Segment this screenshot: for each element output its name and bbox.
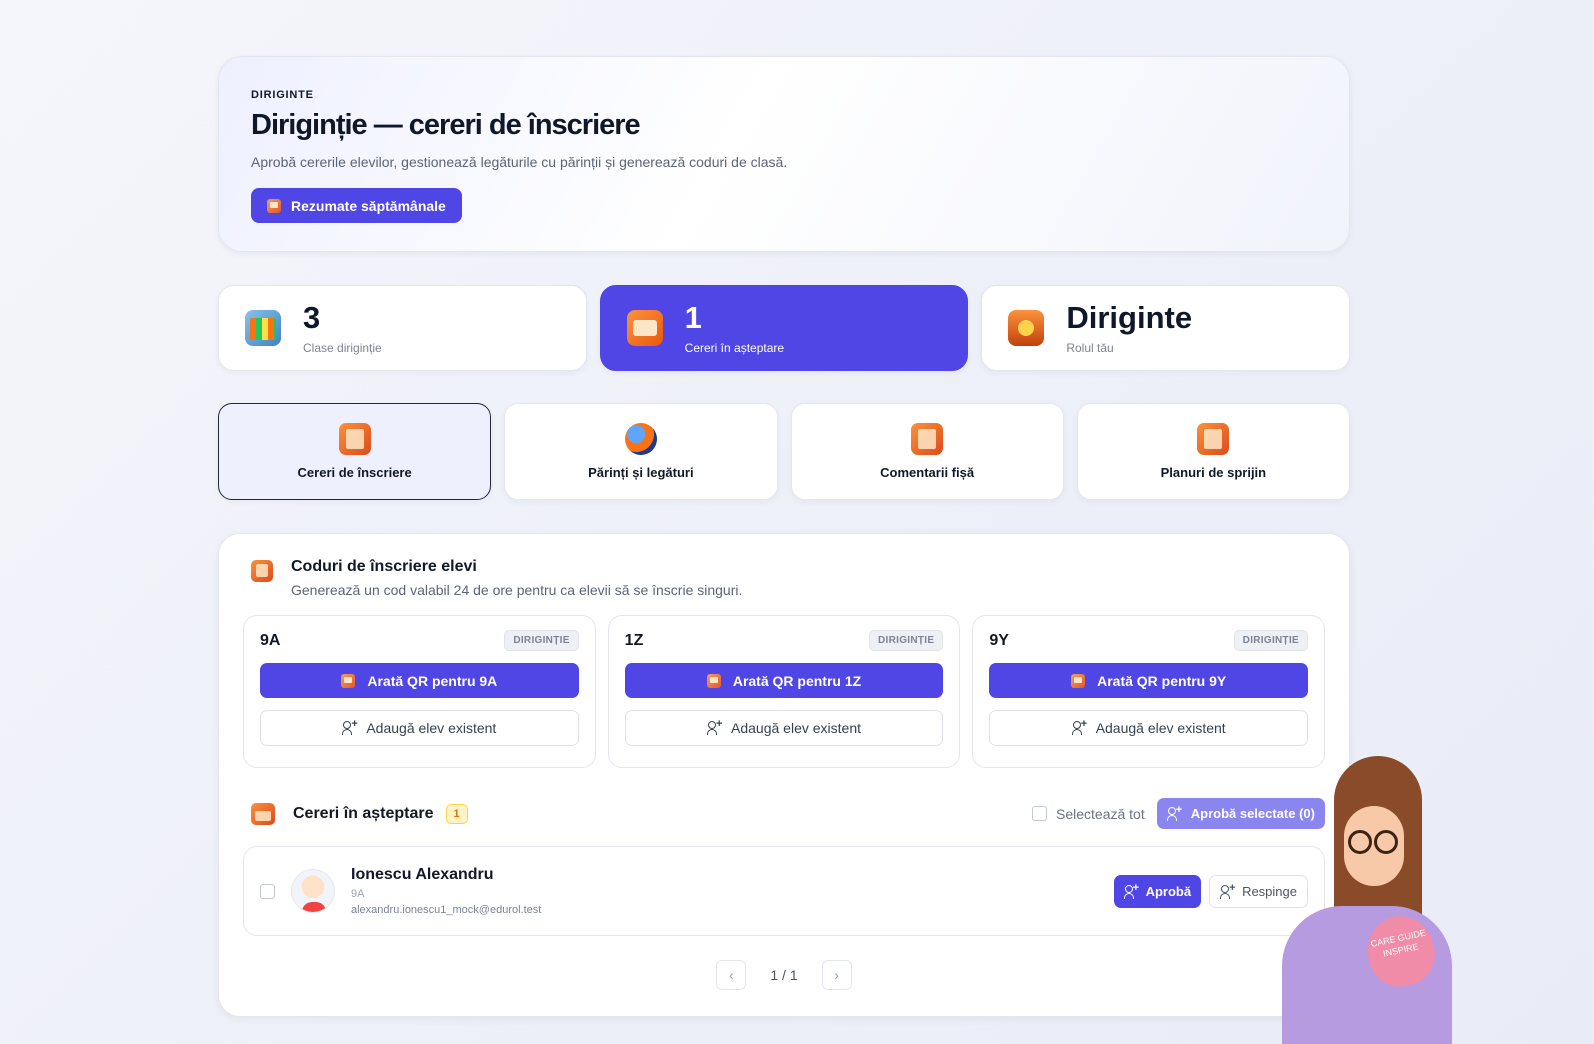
calendar-box-icon [267,198,281,213]
student-class: 9A [351,888,365,900]
stat-card-role: Diriginte Rolul tău [981,285,1351,371]
glasses-icon [1374,830,1398,854]
qr-icon [1071,673,1086,688]
support-plan-icon [1197,423,1230,455]
stat-value: 1 [684,299,702,335]
pending-count-badge: 1 [445,803,468,824]
teacher-mascot-illustration: CARE GUIDE INSPIRE [1282,756,1452,1044]
stat-value: Diriginte [1066,299,1193,335]
stat-card-classes: 3 Clase diriginție [218,285,587,371]
pagination: ‹ 1 / 1 › [243,960,1325,990]
tab-sheet-comments[interactable]: Comentarii fișă [790,403,1064,500]
stat-label: Rolul tău [1066,340,1114,355]
class-card-9a: 9A DIRIGINȚIE Arată QR pentru 9A Adaugă … [243,615,596,768]
tab-label: Cereri de înscriere [297,465,412,480]
add-existing-student-button[interactable]: Adaugă elev existent [624,710,944,746]
class-role-badge: DIRIGINȚIE [504,630,579,651]
request-row: Ionescu Alexandru 9A alexandru.ionescu1_… [243,846,1325,936]
show-qr-label: Arată QR pentru 9A [367,672,498,689]
classroom-icon [245,310,281,346]
class-card-9y: 9Y DIRIGINȚIE Arată QR pentru 9Y Adaugă … [972,615,1326,768]
show-qr-button[interactable]: Arată QR pentru 9A [260,663,579,698]
page-container: DIRIGINTE Diriginție — cereri de înscrie… [218,56,1351,1017]
stat-label: Clase diriginție [303,340,382,355]
codes-subtitle: Generează un cod valabil 24 de ore pentr… [291,582,743,598]
tab-label: Comentarii fișă [880,465,975,480]
show-qr-button[interactable]: Arată QR pentru 1Z [624,663,944,698]
class-name: 1Z [624,631,644,649]
stat-card-pending: 1 Cereri în așteptare [599,285,969,371]
user-plus-icon [1071,718,1088,735]
inbox-box-icon [251,802,275,825]
enrollment-code-icon [251,560,273,582]
add-existing-student-button[interactable]: Adaugă elev existent [989,710,1309,746]
page-header: DIRIGINTE Diriginție — cereri de înscrie… [218,56,1350,252]
next-page-button[interactable]: › [821,960,852,990]
request-checkbox[interactable] [260,883,275,899]
page-indicator: 1 / 1 [770,967,798,983]
tab-parents-links[interactable]: Părinți și legături [504,403,778,500]
student-name: Ionescu Alexandru [351,866,494,883]
class-name: 9Y [989,631,1009,649]
stats-row: 3 Clase diriginție 1 Cereri în așteptare… [218,285,1351,371]
stat-label: Cereri în așteptare [684,340,785,355]
role-eyebrow: DIRIGINTE [251,89,314,101]
avatar [291,869,335,913]
glasses-icon [1348,830,1372,854]
comments-sheet-icon [911,423,944,455]
select-all-label: Selectează tot [1056,805,1145,822]
tab-label: Părinți și legături [588,465,694,480]
pending-section-header: Cereri în așteptare 1 Selectează tot Apr… [243,798,1325,829]
add-existing-label: Adaugă elev existent [1095,720,1226,736]
show-qr-label: Arată QR pentru 9Y [1097,672,1227,689]
weekly-summaries-button[interactable]: Rezumate săptămânale [251,188,462,223]
tab-label: Planuri de sprijin [1160,465,1267,480]
select-all-control[interactable]: Selectează tot [1032,806,1145,822]
class-role-badge: DIRIGINȚIE [869,630,944,651]
chevron-left-icon: ‹ [729,967,734,983]
user-plus-icon [342,718,358,735]
student-email: alexandru.ionescu1_mock@edurol.test [351,904,542,916]
enrollment-icon [338,423,371,455]
weekly-summaries-label: Rezumate săptămânale [291,197,446,214]
page-title: Diriginție — cereri de înscriere [251,109,641,141]
codes-section-header: Coduri de înscriere elevi Generează un c… [243,558,1325,598]
select-all-checkbox[interactable] [1032,806,1047,821]
show-qr-label: Arată QR pentru 1Z [732,672,862,689]
user-check-icon [1123,882,1140,899]
approve-label: Aprobă [1145,884,1192,899]
add-existing-label: Adaugă elev existent [366,720,497,736]
codes-title: Coduri de înscriere elevi [291,558,477,575]
tab-enrollment-requests[interactable]: Cereri de înscriere [218,403,492,500]
user-x-icon [1220,882,1236,899]
section-tabs: Cereri de înscriere Părinți și legături … [218,403,1350,500]
user-check-icon [1166,804,1183,821]
user-plus-icon [707,718,723,735]
shield-badge-icon [1008,310,1045,346]
show-qr-button[interactable]: Arată QR pentru 9Y [989,663,1309,698]
class-name: 9A [260,631,281,649]
stat-value: 3 [303,299,321,335]
class-role-badge: DIRIGINȚIE [1233,630,1309,651]
tab-support-plans[interactable]: Planuri de sprijin [1076,403,1350,500]
prev-page-button[interactable]: ‹ [716,960,747,990]
chevron-right-icon: › [834,967,839,983]
inbox-box-icon [626,310,663,346]
enrollment-panel: Coduri de înscriere elevi Generează un c… [218,533,1350,1017]
qr-icon [706,673,721,688]
globe-people-icon [624,423,657,455]
class-code-list: 9A DIRIGINȚIE Arată QR pentru 9A Adaugă … [243,615,1326,768]
pending-title: Cereri în așteptare [293,804,434,822]
add-existing-label: Adaugă elev existent [731,720,861,736]
page-subtitle: Aprobă cererile elevilor, gestionează le… [251,154,788,170]
approve-button[interactable]: Aprobă [1113,875,1202,908]
class-card-1z: 1Z DIRIGINȚIE Arată QR pentru 1Z Adaugă … [607,615,961,768]
qr-icon [341,673,356,688]
add-existing-student-button[interactable]: Adaugă elev existent [260,710,579,746]
